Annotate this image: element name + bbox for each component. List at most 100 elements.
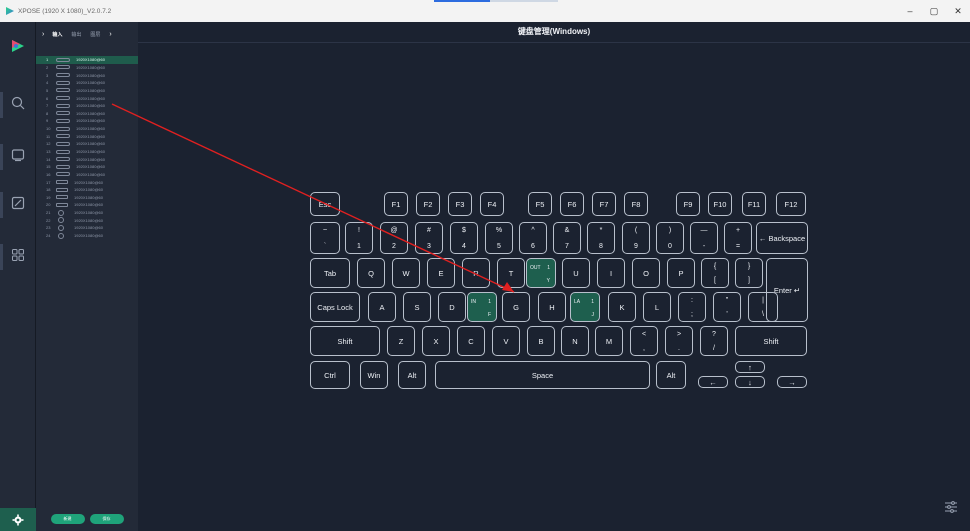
key[interactable]: #3 — [415, 222, 443, 254]
source-row[interactable]: 5 1920X1080@60 — [36, 87, 138, 95]
key[interactable]: F3 — [448, 192, 472, 216]
key[interactable]: U — [562, 258, 590, 288]
key[interactable]: O — [632, 258, 660, 288]
close-button[interactable]: ✕ — [946, 0, 970, 22]
source-row[interactable]: 21 1920X1080@60 — [36, 209, 138, 217]
key[interactable]: H — [538, 292, 566, 322]
key[interactable]: F4 — [480, 192, 504, 216]
key[interactable]: W — [392, 258, 420, 288]
key[interactable]: F11 — [742, 192, 766, 216]
key[interactable]: ← Backspace — [756, 222, 808, 254]
key[interactable]: A — [368, 292, 396, 322]
source-row[interactable]: 18 1920X1080@60 — [36, 186, 138, 194]
key[interactable]: → — [777, 376, 807, 388]
key[interactable]: ^ 6 — [519, 222, 547, 254]
new-button[interactable]: 新建 — [50, 514, 85, 524]
key[interactable]: ! 1 — [345, 222, 373, 254]
key[interactable]: F2 — [416, 192, 440, 216]
key[interactable]: + = — [724, 222, 752, 254]
key[interactable]: N — [561, 326, 589, 356]
key[interactable]: F1 — [384, 192, 408, 216]
key[interactable]: Ctrl — [310, 361, 350, 389]
key[interactable]: Win — [360, 361, 388, 389]
key[interactable]: ) 0 — [656, 222, 684, 254]
source-row[interactable]: 6 1920X1080@60 — [36, 94, 138, 102]
key[interactable]: <, — [630, 326, 658, 356]
source-row[interactable]: 12 1920X1080@60 — [36, 140, 138, 148]
source-row[interactable]: 3 1920X1080@60 — [36, 71, 138, 79]
mapped-key[interactable]: LA 1 J — [570, 292, 600, 322]
settings-button[interactable] — [0, 508, 36, 531]
key[interactable]: K — [608, 292, 636, 322]
source-row[interactable]: 7 1920X1080@60 — [36, 102, 138, 110]
grid-nav-button[interactable] — [7, 244, 29, 266]
key[interactable]: Z — [387, 326, 415, 356]
key[interactable]: M — [595, 326, 623, 356]
tab-input[interactable]: 输入 — [52, 31, 62, 38]
key[interactable]: C — [457, 326, 485, 356]
source-row[interactable]: 14 1920X1080@60 — [36, 155, 138, 163]
key[interactable]: @2 — [380, 222, 408, 254]
key[interactable]: G — [502, 292, 530, 322]
collapse-chevron-icon[interactable]: › — [42, 31, 44, 38]
key[interactable]: R — [462, 258, 490, 288]
key[interactable]: % 5 — [485, 222, 513, 254]
key[interactable]: Alt — [656, 361, 686, 389]
key[interactable]: ← — [698, 376, 728, 388]
key[interactable]: >. — [665, 326, 693, 356]
key[interactable]: ↓ — [735, 376, 765, 388]
key[interactable]: Alt — [398, 361, 426, 389]
key[interactable]: " ' — [713, 292, 741, 322]
key[interactable]: — - — [690, 222, 718, 254]
key[interactable]: F10 — [708, 192, 732, 216]
key[interactable]: F12 — [776, 192, 806, 216]
mapped-key[interactable]: IN 1 F — [467, 292, 497, 322]
save-button[interactable]: 保存 — [89, 514, 124, 524]
key[interactable]: {[ — [701, 258, 729, 288]
key[interactable]: ~ ` — [310, 222, 340, 254]
source-row[interactable]: 15 1920X1080@60 — [36, 163, 138, 171]
source-row[interactable]: 20 1920X1080@60 — [36, 201, 138, 209]
key[interactable]: | \ — [748, 292, 778, 322]
key[interactable]: P — [667, 258, 695, 288]
source-row[interactable]: 13 1920X1080@60 — [36, 148, 138, 156]
source-row[interactable]: 10 1920X1080@60 — [36, 125, 138, 133]
key[interactable]: Caps Lock — [310, 292, 360, 322]
key[interactable]: & 7 — [553, 222, 581, 254]
source-row[interactable]: 8 1920X1080@60 — [36, 109, 138, 117]
key[interactable]: F8 — [624, 192, 648, 216]
source-row[interactable]: 23 1920X1080@60 — [36, 224, 138, 232]
key[interactable]: Shift — [310, 326, 380, 356]
source-row[interactable]: 19 1920X1080@60 — [36, 194, 138, 202]
source-row[interactable]: 9 1920X1080@60 — [36, 117, 138, 125]
key[interactable]: ? / — [700, 326, 728, 356]
key[interactable]: F5 — [528, 192, 552, 216]
key[interactable]: Esc — [310, 192, 340, 216]
key[interactable]: }] — [735, 258, 763, 288]
key[interactable]: F7 — [592, 192, 616, 216]
tab-layer[interactable]: 图层 — [90, 31, 100, 38]
edit-nav-button[interactable] — [7, 192, 29, 214]
source-row[interactable]: 16 1920X1080@60 — [36, 171, 138, 179]
key[interactable]: * 8 — [587, 222, 615, 254]
minimize-button[interactable]: – — [898, 0, 922, 22]
key[interactable]: X — [422, 326, 450, 356]
key[interactable]: (9 — [622, 222, 650, 254]
key[interactable]: Shift — [735, 326, 807, 356]
source-row[interactable]: 1 1920X1080@60 — [36, 56, 138, 64]
key[interactable]: V — [492, 326, 520, 356]
source-row[interactable]: 2 1920X1080@60 — [36, 64, 138, 72]
search-nav-button[interactable] — [7, 92, 29, 114]
sliders-icon[interactable] — [944, 500, 958, 514]
source-row[interactable]: 22 1920X1080@60 — [36, 216, 138, 224]
key[interactable]: T — [497, 258, 525, 288]
key[interactable]: E — [427, 258, 455, 288]
tab-output[interactable]: 输出 — [71, 31, 81, 38]
next-chevron-icon[interactable]: › — [109, 31, 111, 38]
key[interactable]: :; — [678, 292, 706, 322]
key[interactable]: I — [597, 258, 625, 288]
key[interactable]: S — [403, 292, 431, 322]
key[interactable]: Space — [435, 361, 650, 389]
maximize-button[interactable]: ▢ — [922, 0, 946, 22]
monitor-nav-button[interactable] — [7, 144, 29, 166]
